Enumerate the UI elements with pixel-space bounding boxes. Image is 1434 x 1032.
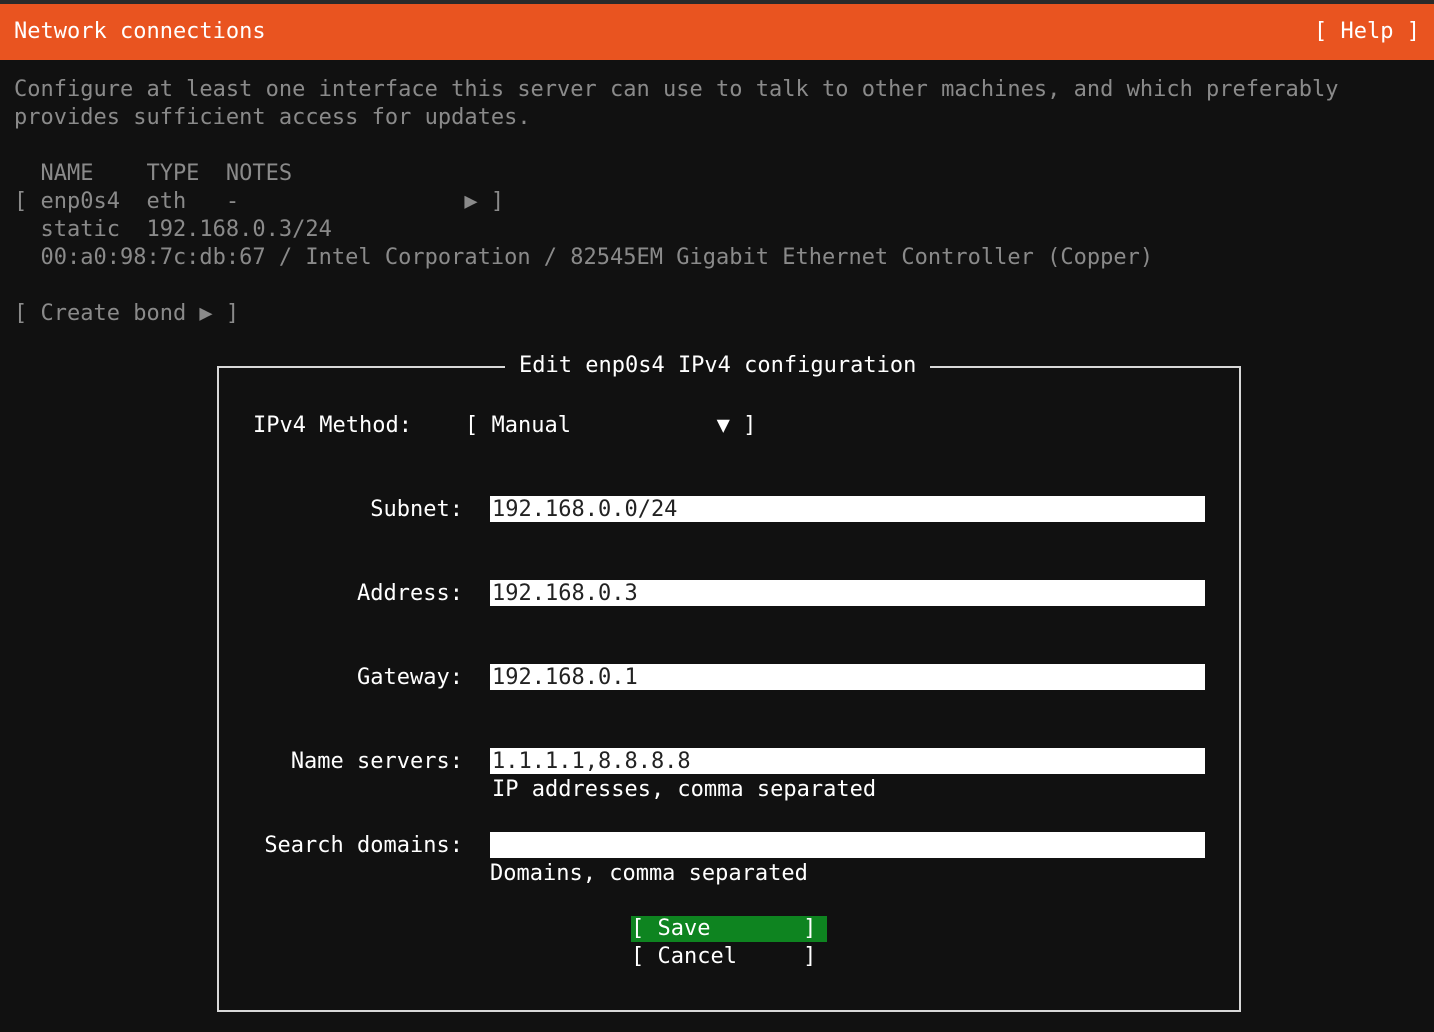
page-title: Network connections — [14, 19, 266, 44]
name-servers-label: Name servers: — [290, 749, 463, 774]
name-servers-hint: IP addresses, comma separated — [492, 777, 877, 802]
title-bar: Network connections [ Help ] — [0, 4, 1434, 60]
search-domains-hint: Domains, comma separated — [490, 861, 808, 886]
interface-hardware-detail: 00:a0:98:7c:db:67 / Intel Corporation / … — [14, 245, 1154, 270]
dialog-title: Edit enp0s4 IPv4 configuration — [505, 352, 931, 380]
interface-static-detail: static 192.168.0.3/24 — [14, 217, 332, 242]
create-bond-button[interactable]: [ Create bond ▶ ] — [14, 300, 239, 328]
ipv4-method-dropdown[interactable]: [ Manual ▼ ] — [465, 412, 756, 440]
gateway-input[interactable]: 192.168.0.1 — [490, 664, 1205, 690]
subnet-label: Subnet: — [370, 497, 463, 522]
save-button[interactable]: [ Save ] — [631, 916, 827, 942]
ipv4-config-dialog: Edit enp0s4 IPv4 configuration IPv4 Meth… — [217, 352, 1241, 1012]
interfaces-table-header: NAME TYPE NOTES — [14, 161, 293, 186]
interface-row-enp0s4[interactable]: [ enp0s4 eth - ▶ ] — [14, 188, 504, 216]
address-input[interactable]: 192.168.0.3 — [490, 580, 1205, 606]
description-text: Configure at least one interface this se… — [14, 77, 1339, 130]
cancel-button[interactable]: [ Cancel ] — [631, 944, 827, 970]
subnet-input[interactable]: 192.168.0.0/24 — [490, 496, 1205, 522]
gateway-label: Gateway: — [357, 665, 463, 690]
search-domains-input[interactable] — [490, 832, 1205, 858]
ipv4-method-label: IPv4 Method: — [253, 413, 412, 438]
search-domains-label: Search domains: — [264, 833, 463, 858]
name-servers-input[interactable]: 1.1.1.1,8.8.8.8 — [490, 748, 1205, 774]
help-button[interactable]: [ Help ] — [1314, 19, 1420, 44]
address-label: Address: — [357, 581, 463, 606]
